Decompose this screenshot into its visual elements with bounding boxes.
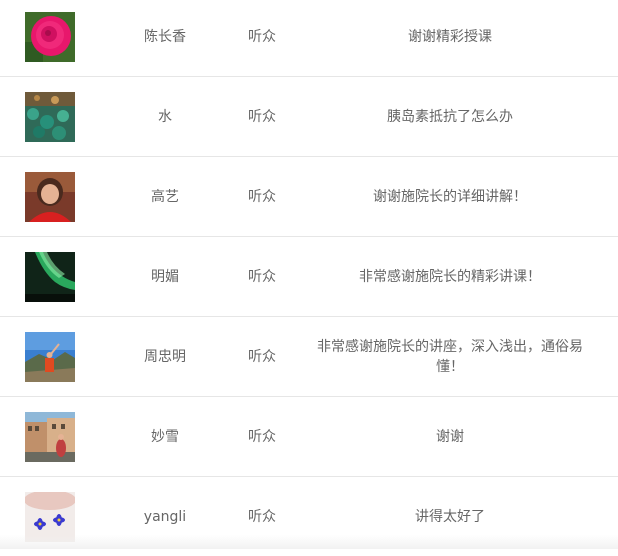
woman-portrait-avatar[interactable] — [25, 172, 75, 222]
list-item: 高艺 听众 谢谢施院长的详细讲解！ — [0, 157, 618, 237]
listener-comment: 谢谢 — [436, 428, 464, 445]
listener-name: 高艺 — [151, 188, 179, 205]
listener-role: 听众 — [248, 28, 276, 45]
listener-name: 水 — [158, 108, 172, 125]
listener-name: 陈长香 — [144, 28, 186, 45]
city-street-avatar[interactable] — [25, 412, 75, 462]
rose-photo-avatar[interactable] — [25, 12, 75, 62]
comment-list: 陈长香 听众 谢谢精彩授课 水 听众 胰岛素抵抗了怎么办 高艺 听众 谢谢施院长… — [0, 0, 618, 553]
listener-role: 听众 — [248, 268, 276, 285]
mountain-hiker-avatar[interactable] — [25, 332, 75, 382]
listener-comment: 谢谢施院长的详细讲解！ — [373, 188, 527, 205]
listener-name: 妙雪 — [151, 428, 179, 445]
list-item: 陈长香 听众 谢谢精彩授课 — [0, 0, 618, 77]
listener-role: 听众 — [248, 428, 276, 445]
listener-name: 周忠明 — [144, 348, 186, 365]
aurora-photo-avatar[interactable] — [25, 252, 75, 302]
listener-role: 听众 — [248, 348, 276, 365]
listener-comment: 非常感谢施院长的精彩讲课！ — [359, 268, 541, 285]
listener-role: 听众 — [248, 108, 276, 125]
list-item: 妙雪 听众 谢谢 — [0, 397, 618, 477]
listener-comment: 谢谢精彩授课 — [408, 28, 492, 45]
list-item: 周忠明 听众 非常感谢施院长的讲座，深入浅出，通俗易懂！ — [0, 317, 618, 397]
list-item: 明媚 听众 非常感谢施院长的精彩讲课！ — [0, 237, 618, 317]
list-item: 水 听众 胰岛素抵抗了怎么办 — [0, 77, 618, 157]
listener-name: 明媚 — [151, 268, 179, 285]
listener-comment: 非常感谢施院长的讲座，深入浅出，通俗易懂！ — [317, 338, 583, 375]
listener-role: 听众 — [248, 188, 276, 205]
garden-photo-avatar[interactable] — [25, 92, 75, 142]
listener-comment: 胰岛素抵抗了怎么办 — [387, 108, 513, 125]
bottom-fade-shadow — [0, 535, 618, 549]
